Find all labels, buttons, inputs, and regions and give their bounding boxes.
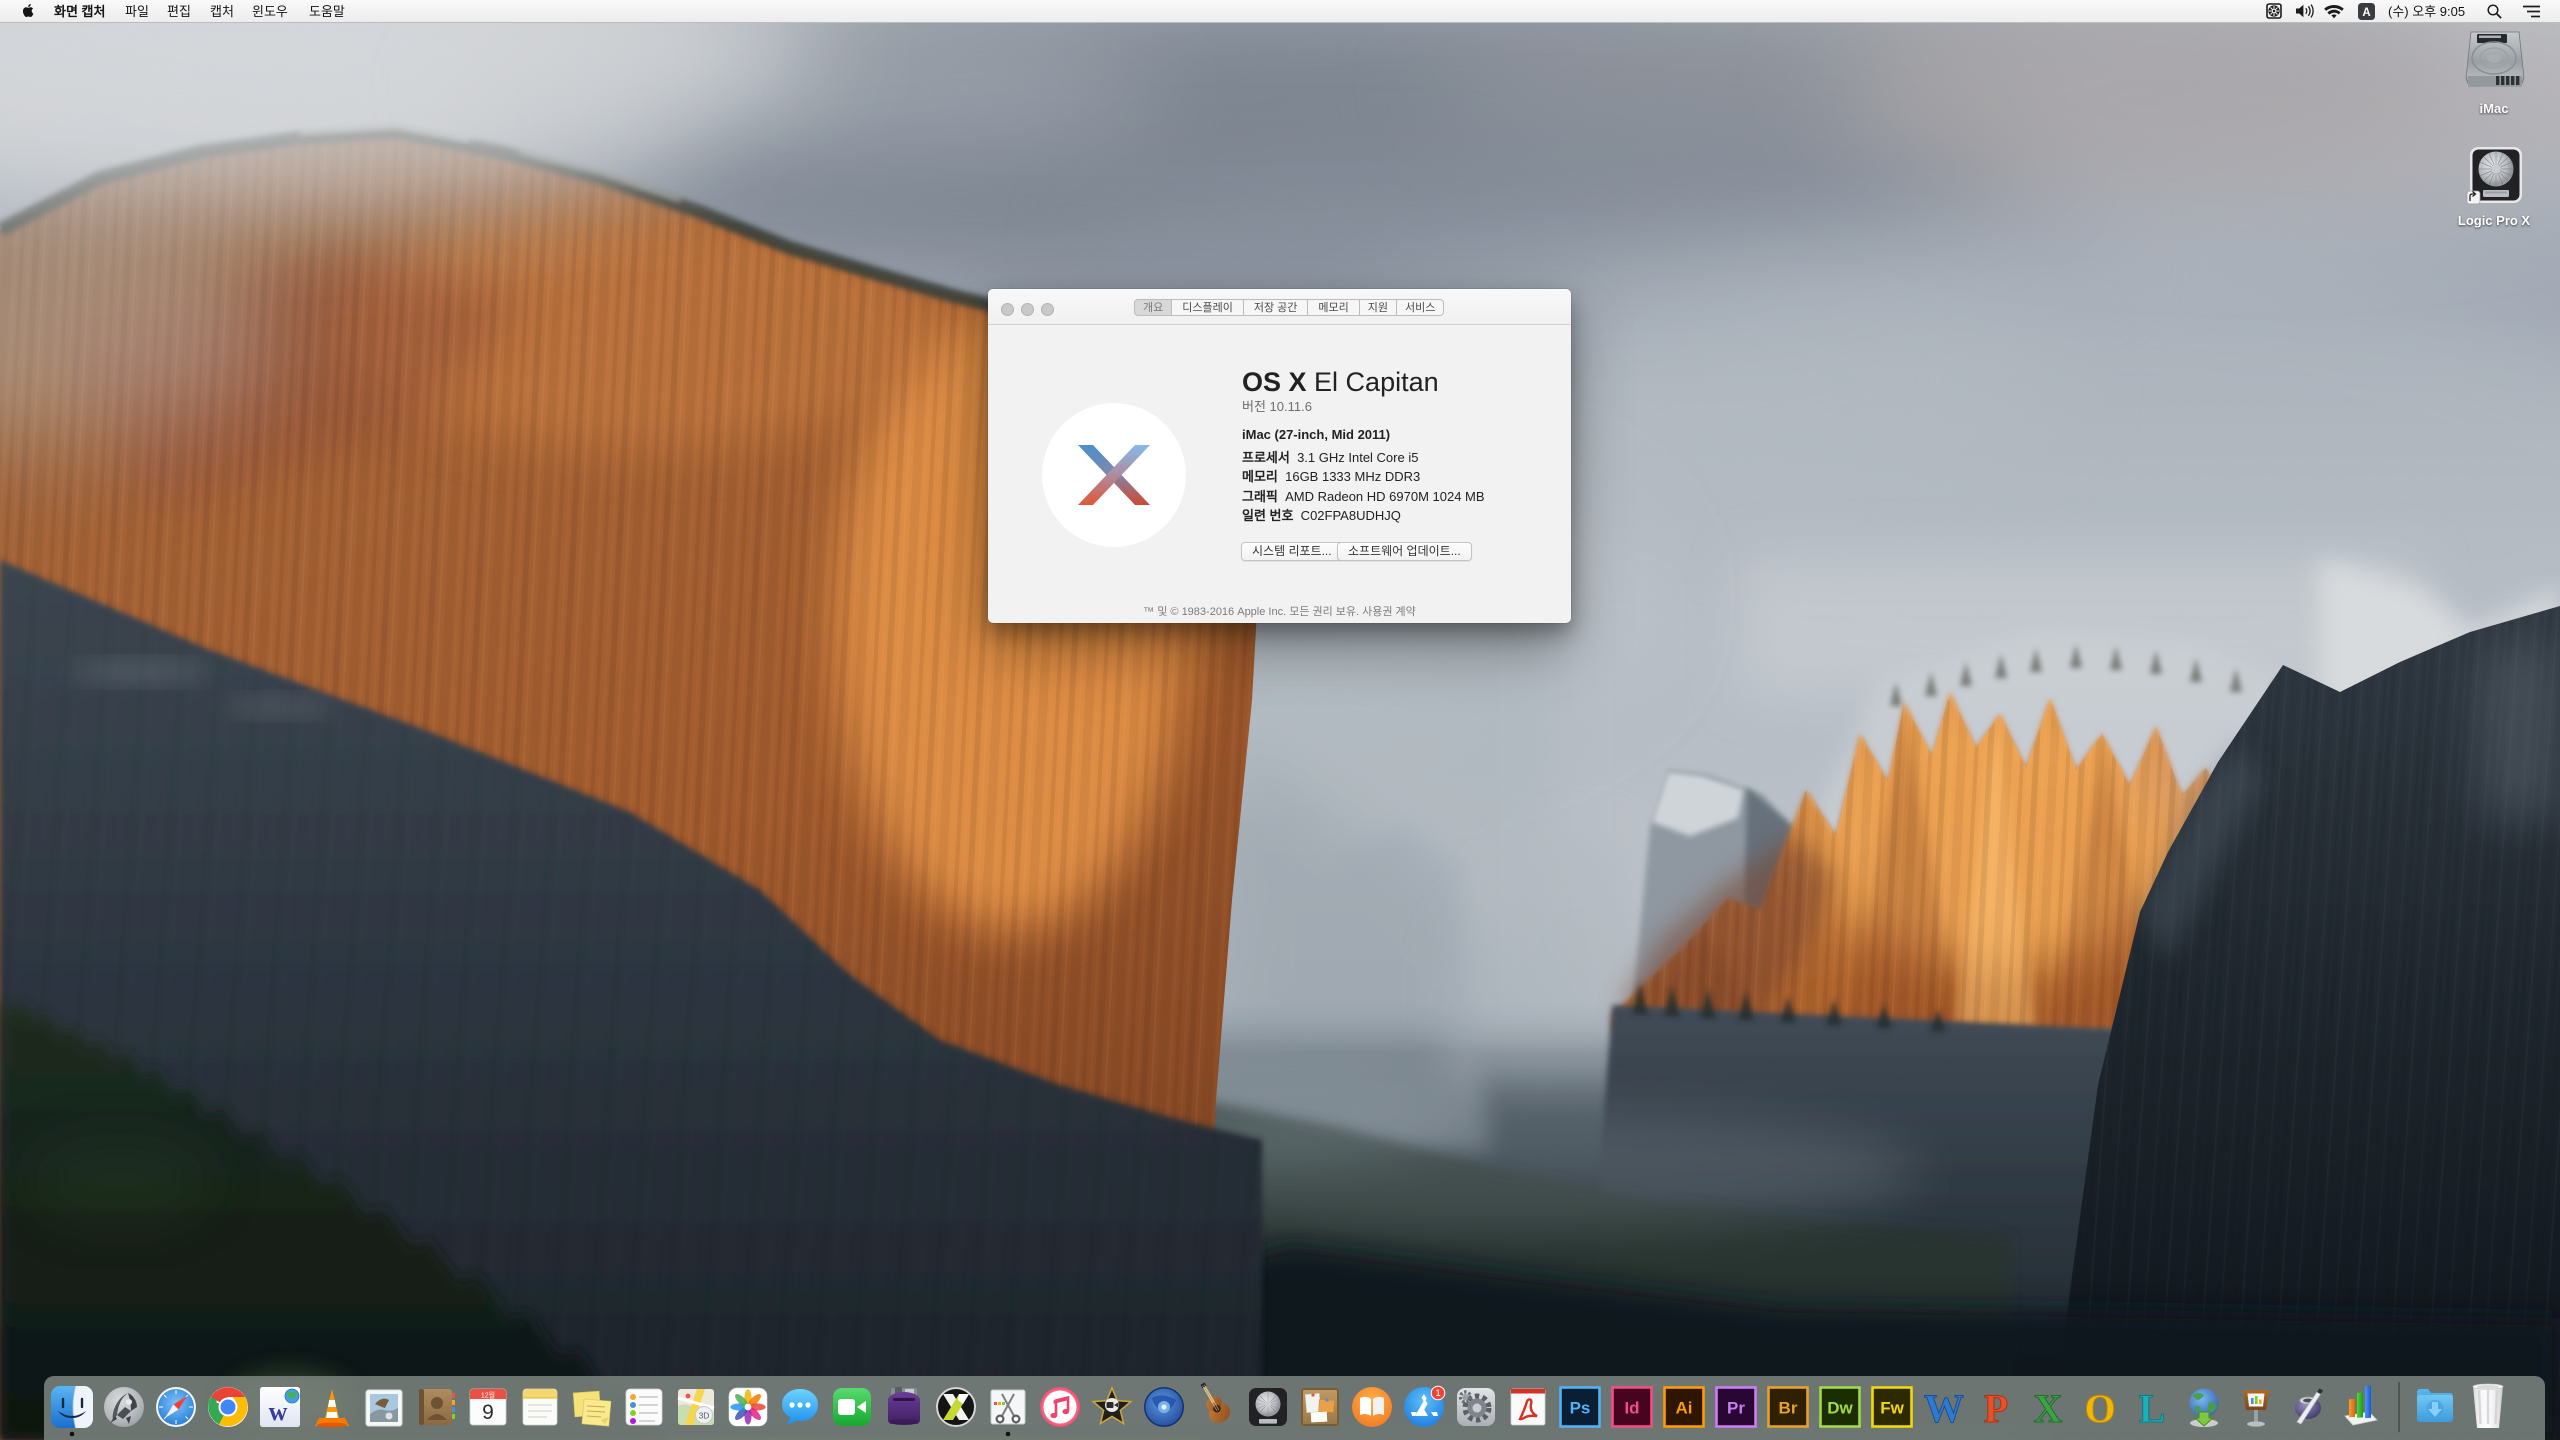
svg-text:P: P [1984,1386,2008,1431]
svg-text:X: X [2034,1386,2063,1431]
svg-text:Ai: Ai [1676,1399,1693,1418]
svg-text:w: w [269,1397,288,1426]
svg-text:Br: Br [1779,1399,1798,1418]
svg-text:Dw: Dw [1827,1399,1853,1418]
svg-text:9: 9 [482,1401,494,1424]
svg-text:1: 1 [1435,1388,1440,1399]
svg-text:L: L [2139,1386,2166,1431]
svg-text:Pr: Pr [1727,1399,1745,1418]
svg-text:3D: 3D [699,1411,710,1421]
svg-text:Ps: Ps [1570,1399,1591,1418]
svg-text:O: O [2084,1386,2115,1431]
svg-text:W: W [1924,1386,1964,1431]
svg-text:Id: Id [1624,1399,1639,1418]
svg-text:A: A [2362,6,2370,18]
svg-text:Fw: Fw [1880,1399,1904,1418]
svg-text:12월: 12월 [481,1391,495,1400]
